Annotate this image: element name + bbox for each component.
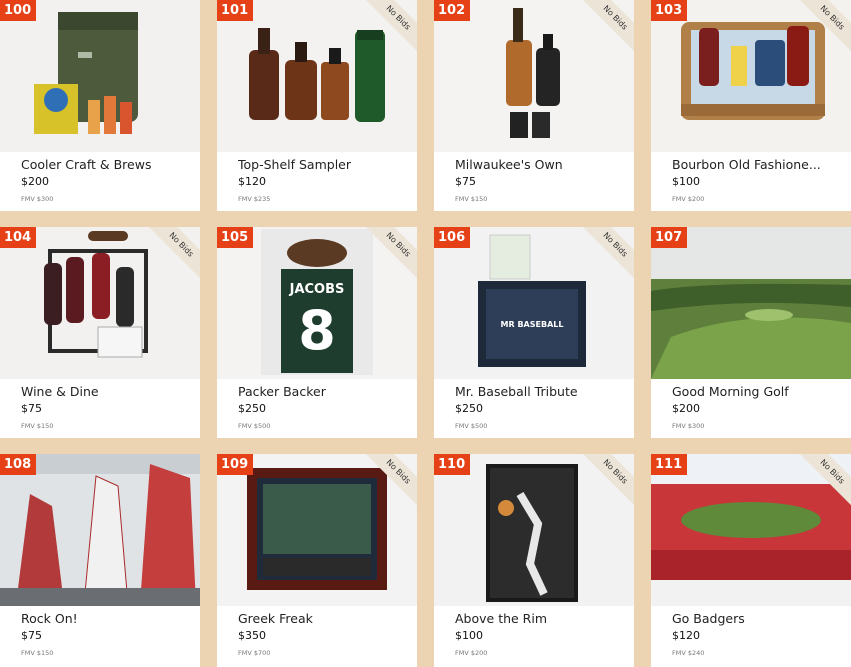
item-title[interactable]: Go Badgers [672, 611, 745, 626]
frame-icon[interactable] [217, 454, 417, 606]
item-fmv: FMV $150 [455, 195, 488, 203]
item-fmv: FMV $500 [455, 422, 488, 430]
cooler-icon[interactable] [0, 0, 200, 152]
item-fmv: FMV $150 [21, 649, 54, 657]
lot-number: 100 [0, 0, 37, 21]
item-price: $75 [21, 629, 42, 642]
item-fmv: FMV $300 [21, 195, 54, 203]
item-title[interactable]: Wine & Dine [21, 384, 99, 399]
stadium-icon[interactable] [651, 454, 851, 606]
item-fmv: FMV $300 [672, 422, 705, 430]
auction-card[interactable]: 103 No Bids Bourbon Old Fashione... $100… [651, 0, 851, 211]
auction-card[interactable]: 110 No Bids Above the Rim $100 FMV $200 [434, 454, 634, 667]
frame-icon[interactable]: MR BASEBALL [434, 227, 634, 379]
item-fmv: FMV $235 [238, 195, 271, 203]
auction-card[interactable]: 107 Good Morning Golf $200 FMV $300 [651, 227, 851, 438]
item-title[interactable]: Mr. Baseball Tribute [455, 384, 578, 399]
item-fmv: FMV $240 [672, 649, 705, 657]
lot-number: 101 [217, 0, 254, 21]
auction-card[interactable]: 109 No Bids Greek Freak $350 FMV $700 [217, 454, 417, 667]
lot-number: 103 [651, 0, 688, 21]
lot-number: 105 [217, 227, 254, 248]
bottles-icon[interactable] [217, 0, 417, 152]
auction-card[interactable]: 104 No Bids Wine & Dine $75 FMV $150 [0, 227, 200, 438]
lot-number: 110 [434, 454, 471, 475]
item-fmv: FMV $200 [455, 649, 488, 657]
item-title[interactable]: Greek Freak [238, 611, 313, 626]
item-price: $100 [455, 629, 483, 642]
item-price: $200 [672, 402, 700, 415]
item-fmv: FMV $700 [238, 649, 271, 657]
auction-card[interactable]: 102 No Bids Milwaukee's Own $75 FMV $150 [434, 0, 634, 211]
item-price: $120 [672, 629, 700, 642]
lot-number: 102 [434, 0, 471, 21]
item-title[interactable]: Above the Rim [455, 611, 547, 626]
basket-icon[interactable] [651, 0, 851, 152]
lot-number: 109 [217, 454, 254, 475]
item-title[interactable]: Bourbon Old Fashione... [672, 157, 821, 172]
item-title[interactable]: Top-Shelf Sampler [238, 157, 351, 172]
item-title[interactable]: Cooler Craft & Brews [21, 157, 151, 172]
golf-icon[interactable] [651, 227, 851, 379]
item-price: $200 [21, 175, 49, 188]
item-price: $250 [238, 402, 266, 415]
auction-card[interactable]: 111 No Bids Go Badgers $120 FMV $240 [651, 454, 851, 667]
auction-card[interactable]: MR BASEBALL 106 No Bids Mr. Baseball Tri… [434, 227, 634, 438]
item-fmv: FMV $200 [672, 195, 705, 203]
item-title[interactable]: Packer Backer [238, 384, 326, 399]
item-title[interactable]: Milwaukee's Own [455, 157, 563, 172]
svg-text:JACOBS: JACOBS [289, 282, 345, 297]
bottles-icon[interactable] [434, 0, 634, 152]
item-price: $75 [21, 402, 42, 415]
auction-card[interactable]: 100 Cooler Craft & Brews $200 FMV $300 [0, 0, 200, 211]
auction-grid: 100 Cooler Craft & Brews $200 FMV $300 1… [0, 0, 851, 667]
item-title[interactable]: Good Morning Golf [672, 384, 789, 399]
item-fmv: FMV $150 [21, 422, 54, 430]
auction-card[interactable]: 108 Rock On! $75 FMV $150 [0, 454, 200, 667]
lot-number: 111 [651, 454, 688, 475]
canvas-icon[interactable] [434, 454, 634, 606]
lot-number: 104 [0, 227, 37, 248]
auction-card[interactable]: 101 No Bids Top-Shelf Sampler $120 FMV $… [217, 0, 417, 211]
lot-number: 108 [0, 454, 37, 475]
item-price: $75 [455, 175, 476, 188]
wine-icon[interactable] [0, 227, 200, 379]
svg-text:MR BASEBALL: MR BASEBALL [501, 320, 564, 329]
item-title[interactable]: Rock On! [21, 611, 78, 626]
item-price: $100 [672, 175, 700, 188]
lot-number: 106 [434, 227, 471, 248]
item-fmv: FMV $500 [238, 422, 271, 430]
jersey-icon[interactable]: JACOBS 8 [217, 227, 417, 379]
item-price: $120 [238, 175, 266, 188]
climbing-icon[interactable] [0, 454, 200, 606]
item-price: $350 [238, 629, 266, 642]
lot-number: 107 [651, 227, 688, 248]
svg-text:8: 8 [298, 299, 336, 362]
auction-card[interactable]: JACOBS 8 105 No Bids Packer Backer $250 … [217, 227, 417, 438]
item-price: $250 [455, 402, 483, 415]
